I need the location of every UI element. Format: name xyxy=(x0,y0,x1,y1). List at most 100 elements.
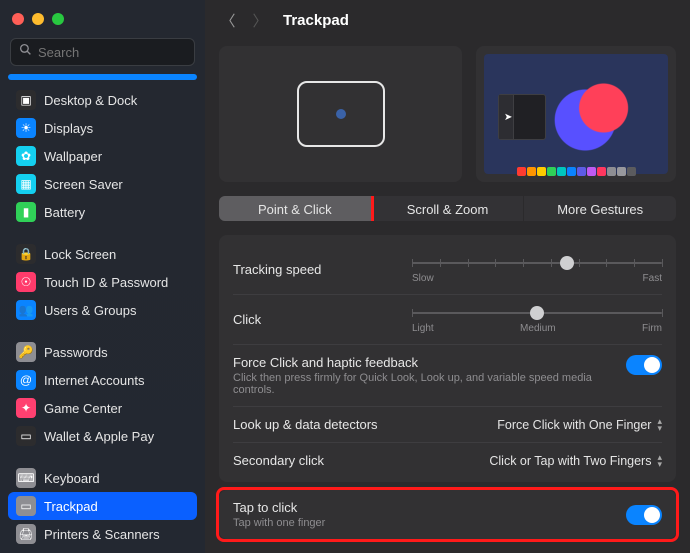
search-input[interactable] xyxy=(38,45,214,60)
screen-saver-icon: ▦ xyxy=(16,174,36,194)
swatch xyxy=(587,167,596,176)
swatch xyxy=(617,167,626,176)
sidebar-item-displays[interactable]: ☀ Displays xyxy=(8,114,197,142)
sidebar-item-label: Displays xyxy=(44,121,93,136)
sidebar-item-internet-accounts[interactable]: @Internet Accounts xyxy=(8,366,197,394)
zoom-dot[interactable] xyxy=(52,13,64,25)
sidebar-item-users-groups[interactable]: 👥 Users & Groups xyxy=(8,296,197,324)
sidebar-item-label: Desktop & Dock xyxy=(44,93,137,108)
swatch xyxy=(557,167,566,176)
printers-scanners-icon: 🖨 xyxy=(16,524,36,544)
swatch xyxy=(547,167,556,176)
cursor-icon: ➤ xyxy=(504,112,512,123)
sidebar-item-lock-screen[interactable]: 🔒 Lock Screen xyxy=(8,240,197,268)
click-left-label: Light xyxy=(412,323,434,334)
sidebar-item-desktop-dock[interactable]: ▣ Desktop & Dock xyxy=(8,86,197,114)
secondary-click-select[interactable]: Click or Tap with Two Fingers ▴▾ xyxy=(489,454,662,468)
sidebar-item-label: Wallpaper xyxy=(44,149,102,164)
lock-screen-icon: 🔒 xyxy=(16,244,36,264)
swatch xyxy=(537,167,546,176)
swatch xyxy=(607,167,616,176)
swatch xyxy=(577,167,586,176)
desktop-dock-icon: ▣ xyxy=(16,90,36,110)
swatch xyxy=(597,167,606,176)
sidebar-item-label: Battery xyxy=(44,205,85,220)
click-mid-label: Medium xyxy=(520,323,556,334)
search-field[interactable] xyxy=(10,38,195,66)
sidebar-item-label: Lock Screen xyxy=(44,247,116,262)
swatch xyxy=(567,167,576,176)
chevron-up-down-icon: ▴▾ xyxy=(657,454,662,468)
preview-row: ➤ xyxy=(219,46,676,182)
sidebar-item-label: Keyboard xyxy=(44,471,100,486)
tab-more-gestures[interactable]: More Gestures xyxy=(523,196,676,221)
trackpad-animation-preview xyxy=(219,46,462,182)
tab-scroll-zoom[interactable]: Scroll & Zoom xyxy=(371,196,524,221)
sidebar-item-trackpad[interactable]: ▭Trackpad xyxy=(8,492,197,520)
lookup-select[interactable]: Force Click with One Finger ▴▾ xyxy=(497,418,662,432)
sidebar-item-label: Touch ID & Password xyxy=(44,275,168,290)
swatch xyxy=(527,167,536,176)
tap-to-click-toggle[interactable] xyxy=(626,505,662,525)
settings-group: Tracking speed Slow Fast Click xyxy=(219,235,676,482)
sidebar-item-passwords[interactable]: 🔑Passwords xyxy=(8,338,197,366)
nav-back[interactable]: 〈 xyxy=(219,10,237,31)
secondary-click-label: Secondary click xyxy=(233,453,324,468)
sidebar-item-game-center[interactable]: ✦ Game Center xyxy=(8,394,197,422)
main-pane: 〈 〉 Trackpad ➤ Point & ClickScroll & Zoo… xyxy=(205,0,690,553)
sidebar-item-label: Passwords xyxy=(44,345,108,360)
header: 〈 〉 Trackpad xyxy=(219,0,676,42)
sidebar-item-wallpaper[interactable]: ✿Wallpaper xyxy=(8,142,197,170)
sidebar-item-label: Users & Groups xyxy=(44,303,136,318)
sidebar-item-printers-scanners[interactable]: 🖨 Printers & Scanners xyxy=(8,520,197,548)
lookup-value: Force Click with One Finger xyxy=(497,418,651,432)
sidebar-item-label: Game Center xyxy=(44,401,122,416)
chevron-up-down-icon: ▴▾ xyxy=(657,418,662,432)
window-traffic-lights xyxy=(0,0,205,38)
battery-icon: ▮ xyxy=(16,202,36,222)
click-slider[interactable] xyxy=(412,305,662,321)
lookup-label: Look up & data detectors xyxy=(233,417,378,432)
search-icon xyxy=(19,43,32,61)
sidebar-item-battery[interactable]: ▮ Battery xyxy=(8,198,197,226)
displays-icon: ☀ xyxy=(16,118,36,138)
users-groups-icon: 👥 xyxy=(16,300,36,320)
lookup-row: Look up & data detectors Force Click wit… xyxy=(233,407,662,443)
force-click-sub: Click then press firmly for Quick Look, … xyxy=(233,372,614,396)
sidebar-item-label: Printers & Scanners xyxy=(44,527,160,542)
minimize-dot[interactable] xyxy=(32,13,44,25)
click-right-label: Firm xyxy=(642,323,662,334)
keyboard-icon: ⌨ xyxy=(16,468,36,488)
tracking-max-label: Fast xyxy=(643,273,662,284)
sidebar-list: ▣ Desktop & Dock ☀ Displays ✿Wallpaper ▦ Scree… xyxy=(0,72,205,553)
swatch xyxy=(627,167,636,176)
trackpad-tabs: Point & ClickScroll & ZoomMore Gestures xyxy=(219,196,676,221)
sidebar-item-keyboard[interactable]: ⌨ Keyboard xyxy=(8,464,197,492)
sidebar-item-screen-saver[interactable]: ▦ Screen Saver xyxy=(8,170,197,198)
click-row: Click Light Medium Firm xyxy=(233,295,662,345)
touch-id-password-icon: ☉ xyxy=(16,272,36,292)
click-label: Click xyxy=(233,312,261,327)
internet-accounts-icon: @ xyxy=(16,370,36,390)
close-dot[interactable] xyxy=(12,13,24,25)
desktop-preview: ➤ xyxy=(476,46,676,182)
sidebar-item-label: Screen Saver xyxy=(44,177,123,192)
sidebar-item-touch-id-password[interactable]: ☉ Touch ID & Password xyxy=(8,268,197,296)
swatch xyxy=(517,167,526,176)
sidebar-item-label: Trackpad xyxy=(44,499,98,514)
tab-point-click[interactable]: Point & Click xyxy=(219,196,371,221)
tracking-speed-slider[interactable] xyxy=(412,255,662,271)
sidebar-item-label: Wallet & Apple Pay xyxy=(44,429,154,444)
secondary-click-row: Secondary click Click or Tap with Two Fi… xyxy=(233,443,662,482)
force-click-row: Force Click and haptic feedback Click th… xyxy=(233,345,662,407)
tracking-min-label: Slow xyxy=(412,273,434,284)
tracking-speed-label: Tracking speed xyxy=(233,262,321,277)
tap-to-click-group: Tap to click Tap with one finger xyxy=(219,490,676,539)
system-settings-window: ▣ Desktop & Dock ☀ Displays ✿Wallpaper ▦ Scree… xyxy=(0,0,690,553)
tap-to-click-sub: Tap with one finger xyxy=(233,517,325,529)
sidebar-item-wallet-apple-pay[interactable]: ▭ Wallet & Apple Pay xyxy=(8,422,197,450)
wallet-apple-pay-icon: ▭ xyxy=(16,426,36,446)
game-center-icon: ✦ xyxy=(16,398,36,418)
force-click-toggle[interactable] xyxy=(626,355,662,375)
sidebar: ▣ Desktop & Dock ☀ Displays ✿Wallpaper ▦ Scree… xyxy=(0,0,205,553)
